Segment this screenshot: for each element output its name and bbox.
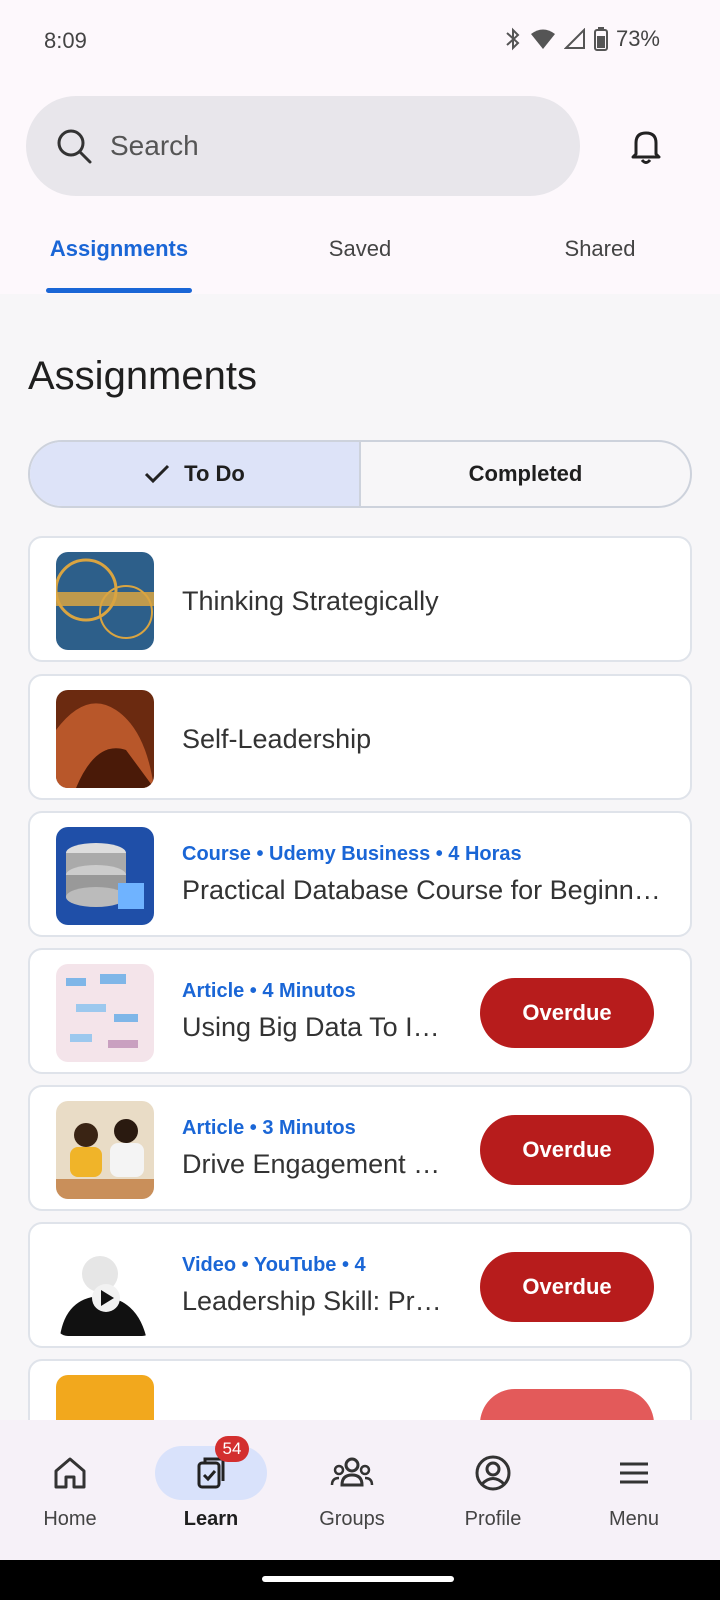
tab-saved[interactable]: Saved: [300, 236, 420, 262]
battery-icon: [593, 27, 608, 51]
nav-groups-label: Groups: [319, 1508, 385, 1530]
assignment-title: Practical Database Course for Beginners: [182, 875, 662, 905]
completed-segment-label: Completed: [468, 461, 583, 486]
assignment-card[interactable]: Article • 4 Minutos Using Big Data To Im…: [28, 948, 692, 1074]
assignment-card[interactable]: Course • Udemy Business • 4 Horas Practi…: [28, 811, 692, 937]
assignment-thumbnail: [56, 1238, 154, 1336]
assignment-card[interactable]: [28, 1359, 692, 1420]
todo-segment-label: To Do: [184, 461, 245, 486]
search-row: [0, 96, 720, 196]
assignments-content: Assignments To Do Completed Thinking Str…: [0, 294, 720, 1420]
battery-percent: 73%: [615, 26, 660, 51]
nav-learn[interactable]: 54 Learn: [151, 1436, 271, 1531]
status-time: 8:09: [44, 28, 87, 53]
overdue-badge: Overdue: [480, 1115, 654, 1185]
overdue-badge: [480, 1389, 654, 1420]
todo-segment[interactable]: To Do: [30, 442, 361, 506]
nav-home[interactable]: Home: [10, 1446, 130, 1531]
assignment-meta: Article • 4 Minutos: [182, 980, 356, 1002]
cell-signal-icon: [563, 28, 585, 49]
completed-segment[interactable]: Completed: [361, 442, 690, 506]
bell-icon[interactable]: [624, 124, 668, 168]
groups-icon: [330, 1457, 374, 1487]
assignment-meta: Course • Udemy Business • 4 Horas: [182, 843, 522, 865]
tab-assignments[interactable]: Assignments: [46, 236, 192, 262]
nav-groups[interactable]: Groups: [292, 1446, 412, 1531]
nav-learn-label: Learn: [183, 1508, 239, 1530]
nav-menu[interactable]: Menu: [574, 1446, 694, 1531]
assignment-title: Drive Engagement with: [182, 1149, 454, 1179]
assignment-card[interactable]: Article • 3 Minutos Drive Engagement wit…: [28, 1085, 692, 1211]
assignment-title: Using Big Data To Improve: [182, 1012, 454, 1042]
assignment-thumbnail: [56, 1375, 154, 1420]
nav-menu-label: Menu: [608, 1508, 660, 1530]
home-gesture-handle[interactable]: [262, 1576, 454, 1582]
assignment-card[interactable]: Thinking Strategically: [28, 536, 692, 662]
bluetooth-icon: [506, 27, 520, 51]
profile-icon: [475, 1455, 511, 1491]
assignment-thumbnail: [56, 827, 154, 925]
assignment-thumbnail: [56, 552, 154, 650]
bottom-navigation: Home 54 Learn Groups Profile Menu: [0, 1420, 720, 1560]
assignment-thumbnail: [56, 964, 154, 1062]
assignment-thumbnail: [56, 690, 154, 788]
assignment-title: Self-Leadership: [182, 724, 372, 754]
assignment-meta: Video • YouTube • 4: [182, 1254, 366, 1276]
assignment-card[interactable]: Self-Leadership: [28, 674, 692, 800]
assignment-title: Thinking Strategically: [182, 586, 439, 616]
assignment-meta: Article • 3 Minutos: [182, 1117, 356, 1139]
status-bar: 8:09 73%: [0, 0, 720, 86]
home-icon: [54, 1457, 86, 1489]
overdue-badge: Overdue: [480, 1252, 654, 1322]
nav-profile[interactable]: Profile: [433, 1446, 553, 1531]
assignment-card[interactable]: Video • YouTube • 4 Leadership Skill: Pr…: [28, 1222, 692, 1348]
status-segmented-control: To Do Completed: [28, 440, 692, 508]
tab-shared[interactable]: Shared: [540, 236, 660, 262]
search-input[interactable]: [110, 130, 530, 162]
top-tabs: Assignments Saved Shared: [0, 222, 720, 294]
search-bar[interactable]: [26, 96, 580, 196]
system-gesture-bar: [0, 1560, 720, 1600]
nav-home-label: Home: [43, 1508, 97, 1530]
nav-profile-label: Profile: [464, 1508, 522, 1530]
assignment-title: Leadership Skill: Practice: [182, 1286, 454, 1316]
menu-icon: [620, 1462, 648, 1484]
overdue-badge: Overdue: [480, 978, 654, 1048]
status-icons: 73%: [504, 26, 660, 52]
active-tab-indicator: [46, 288, 192, 293]
page-title: Assignments: [28, 354, 257, 398]
search-icon: [57, 129, 92, 164]
assignment-thumbnail: [56, 1101, 154, 1199]
learn-notification-badge: 54: [215, 1436, 249, 1462]
wifi-icon: [530, 29, 555, 49]
check-icon: [145, 464, 170, 484]
